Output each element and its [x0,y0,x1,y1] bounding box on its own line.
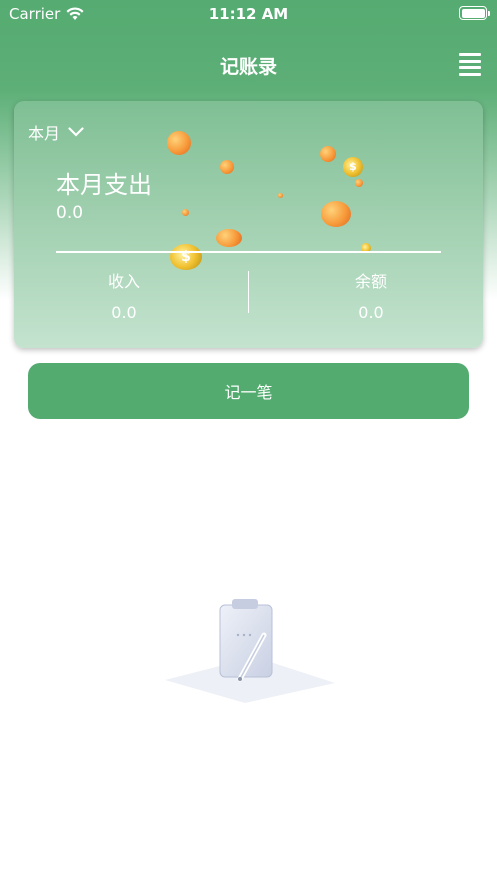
chevron-down-icon [68,127,84,137]
coin-decoration [355,179,363,187]
page-title: 记账录 [219,56,277,78]
coin-decoration [321,201,351,227]
clipboard-pen-icon [165,599,335,703]
status-bar: Carrier 11:12 AM [0,0,497,28]
coin-decoration [216,229,242,247]
coin-decoration [167,131,191,155]
divider [248,271,249,313]
month-label: 本月 [28,124,61,143]
status-time: 11:12 AM [208,5,289,23]
monthly-summary-card: $ $ 本月 本月支出 0.0 收入 0.0 余额 0.0 [14,101,483,348]
divider [56,251,441,253]
add-record-button[interactable]: 记一笔 [28,363,469,419]
coin-decoration: $ [170,244,202,270]
month-selector[interactable]: 本月 [28,120,84,144]
navigation-bar: 记账录 [0,44,497,84]
balance-value: 0.0 [358,303,384,322]
income-value: 0.0 [111,303,137,322]
balance-stat: 余额 0.0 [281,268,461,322]
coin-decoration [320,146,336,162]
expense-value: 0.0 [56,203,84,223]
battery-icon [459,6,490,20]
expense-label: 本月支出 [56,171,152,199]
income-stat: 收入 0.0 [34,268,214,322]
menu-icon[interactable] [459,53,481,76]
balance-label: 余额 [354,272,387,291]
coin-decoration [278,193,283,198]
coin-decoration: $ [343,157,363,177]
income-label: 收入 [107,272,140,291]
coin-decoration [220,160,234,174]
coin-decoration [182,209,189,216]
